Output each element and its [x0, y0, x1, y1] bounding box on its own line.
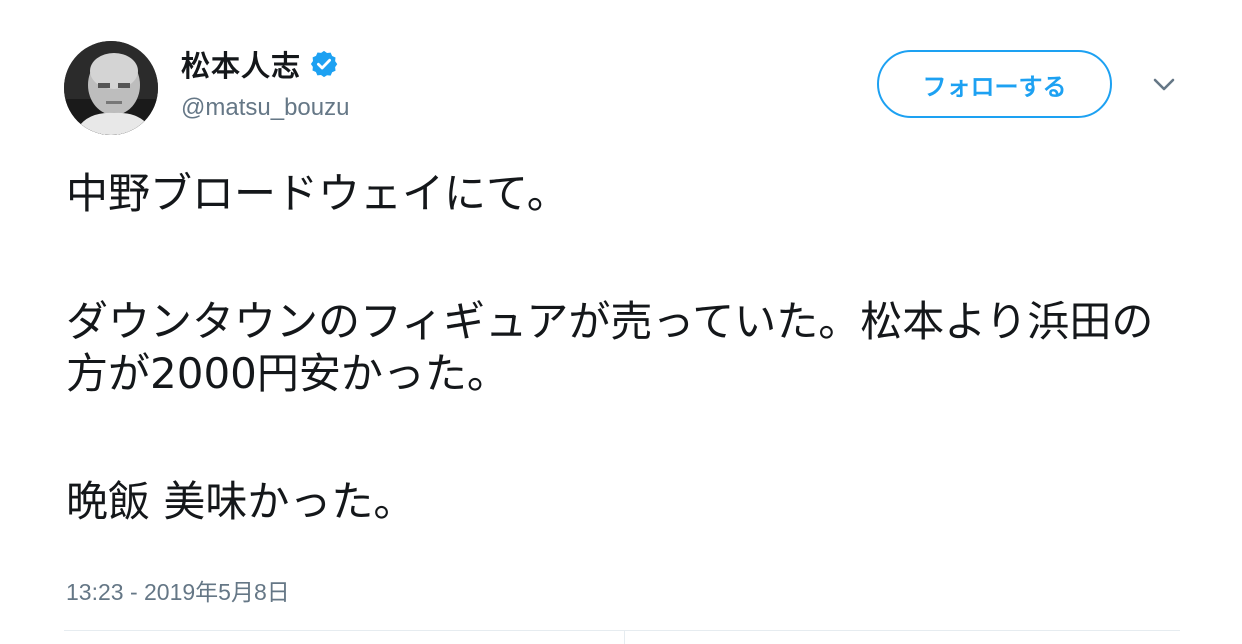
tweet-timestamp[interactable]: 13:23 - 2019年5月8日: [66, 573, 290, 607]
tweet-paragraph: ダウンタウンのフィギュアが売っていた。松本より浜田の方が2000円安かった。: [66, 297, 1154, 398]
author-handle[interactable]: @matsu_bouzu: [181, 94, 349, 122]
tweet-card: 松本人志 @matsu_bouzu フォローする 中野ブロードウェイにて。 ダウ…: [0, 0, 1242, 644]
author-display-name[interactable]: 松本人志: [181, 43, 301, 85]
divider: [64, 630, 1180, 631]
tweet-paragraph: 晩飯 美味かった。: [66, 477, 416, 526]
chevron-down-icon[interactable]: [1150, 72, 1178, 96]
follow-button[interactable]: フォローする: [877, 50, 1112, 118]
tweet-paragraph: 中野ブロードウェイにて。: [66, 169, 569, 218]
divider: [624, 630, 625, 644]
avatar[interactable]: [64, 41, 158, 135]
author-name-row[interactable]: 松本人志: [181, 44, 339, 84]
user-avatar-photo-icon: [64, 41, 158, 135]
verified-badge-icon: [309, 49, 339, 79]
